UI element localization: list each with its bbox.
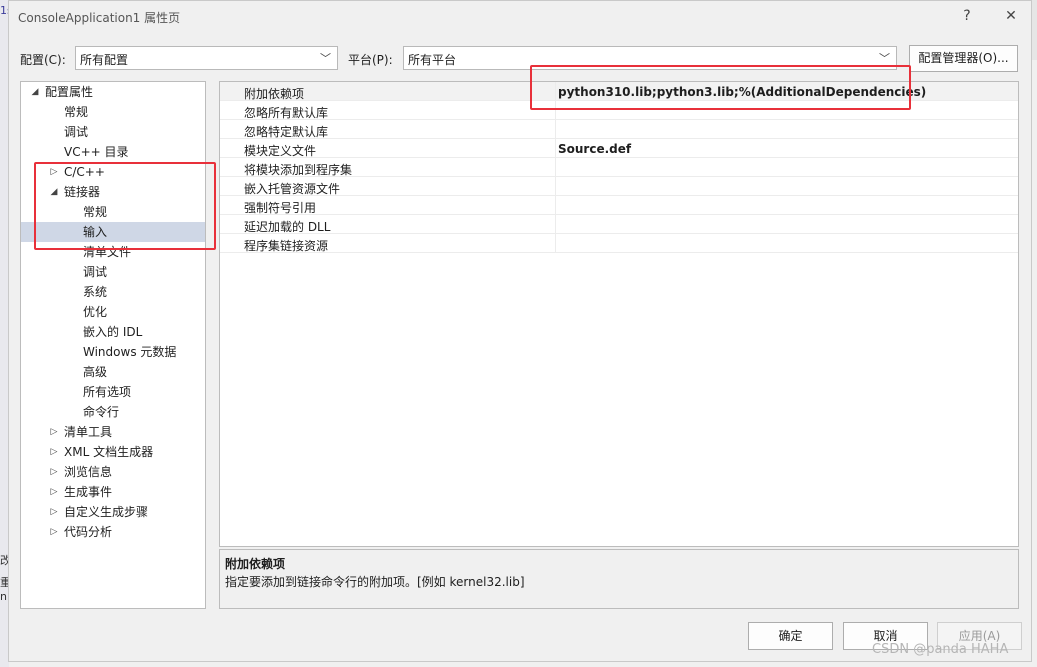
help-icon[interactable]: ? — [953, 5, 981, 27]
config-manager-button[interactable]: 配置管理器(O)... — [909, 45, 1018, 72]
tree-item[interactable]: ▷ 浏览信息 — [21, 462, 205, 482]
collapse-arrow-icon[interactable]: ◢ — [30, 82, 40, 102]
property-name: 模块定义文件 — [244, 144, 317, 158]
tree-item-label: 命令行 — [83, 405, 120, 419]
tree-item-label: VC++ 目录 — [64, 145, 129, 159]
tree-item-label: 优化 — [83, 305, 108, 319]
property-tree: ◢ 配置属性 常规 调试 VC++ 目录 ▷ C/C++ ◢ 链接器 常规 输入 清单文件 调试 系统 优化… — [20, 81, 206, 609]
property-value[interactable]: Source.def — [558, 142, 631, 156]
expand-arrow-icon[interactable]: ▷ — [49, 422, 59, 442]
tree-item-label: 调试 — [64, 125, 89, 139]
config-value: 所有配置 — [80, 53, 129, 67]
tree-item[interactable]: 高级 — [21, 362, 205, 382]
property-grid: 附加依赖项 python310.lib;python3.lib;%(Additio… — [219, 81, 1019, 547]
property-name: 将模块添加到程序集 — [244, 163, 353, 177]
highlight-box-dependencies — [530, 65, 911, 110]
tree-item[interactable]: ▷ 自定义生成步骤 — [21, 502, 205, 522]
expand-arrow-icon[interactable]: ▷ — [49, 482, 59, 502]
tree-item-label: 系统 — [83, 285, 108, 299]
tree-item-label: 调试 — [83, 265, 108, 279]
platform-label: 平台(P): — [348, 53, 393, 67]
description-text: 指定要添加到链接命令行的附加项。[例如 kernel32.lib] — [225, 575, 525, 589]
tree-item-label: 配置属性 — [45, 85, 94, 99]
property-name: 延迟加载的 DLL — [244, 220, 331, 234]
platform-value: 所有平台 — [408, 53, 457, 67]
config-label: 配置(C): — [20, 53, 66, 67]
tree-item[interactable]: 命令行 — [21, 402, 205, 422]
column-divider — [555, 158, 556, 177]
title-bar: ConsoleApplication1 属性页 ? ✕ — [9, 1, 1031, 33]
property-name: 强制符号引用 — [244, 201, 317, 215]
tree-item[interactable]: 常规 — [21, 102, 205, 122]
tree-item[interactable]: ▷ 生成事件 — [21, 482, 205, 502]
tree-item-label: 清单工具 — [64, 425, 113, 439]
property-row[interactable]: 强制符号引用 — [220, 196, 1018, 215]
property-row[interactable]: 将模块添加到程序集 — [220, 158, 1018, 177]
tree-item-label: 生成事件 — [64, 485, 113, 499]
expand-arrow-icon[interactable]: ▷ — [49, 462, 59, 482]
tree-item-label: 所有选项 — [83, 385, 132, 399]
watermark: CSDN @panda HAHA — [872, 642, 1009, 657]
tree-item[interactable]: ▷ XML 文档生成器 — [21, 442, 205, 462]
property-name: 忽略所有默认库 — [244, 106, 329, 120]
property-name: 忽略特定默认库 — [244, 125, 329, 139]
tree-item-label: 常规 — [64, 105, 89, 119]
property-name: 程序集链接资源 — [244, 239, 329, 253]
column-divider — [555, 177, 556, 196]
tree-item-label: Windows 元数据 — [83, 345, 177, 359]
property-row[interactable]: 程序集链接资源 — [220, 234, 1018, 253]
tree-item[interactable]: ◢ 配置属性 — [21, 82, 205, 102]
property-name: 嵌入托管资源文件 — [244, 182, 341, 196]
highlight-box-linker-input — [34, 162, 216, 250]
property-row[interactable]: 延迟加载的 DLL — [220, 215, 1018, 234]
tree-item-label: 浏览信息 — [64, 465, 113, 479]
tree-item-label: 代码分析 — [64, 525, 113, 539]
config-select[interactable]: 所有配置 ﹀ — [75, 46, 338, 70]
tree-item-label: 自定义生成步骤 — [64, 505, 149, 519]
property-row[interactable]: 嵌入托管资源文件 — [220, 177, 1018, 196]
tree-item-label: 高级 — [83, 365, 108, 379]
tree-item[interactable]: 嵌入的 IDL — [21, 322, 205, 342]
column-divider — [555, 234, 556, 253]
tree-item[interactable]: ▷ 代码分析 — [21, 522, 205, 542]
tree-item-label: XML 文档生成器 — [64, 445, 154, 459]
ok-button[interactable]: 确定 — [748, 622, 833, 650]
description-panel: 附加依赖项 指定要添加到链接命令行的附加项。[例如 kernel32.lib] — [219, 549, 1019, 609]
expand-arrow-icon[interactable]: ▷ — [49, 522, 59, 542]
tree-item[interactable]: ▷ 清单工具 — [21, 422, 205, 442]
tree-item[interactable]: 系统 — [21, 282, 205, 302]
tree-item[interactable]: 调试 — [21, 262, 205, 282]
property-row[interactable]: 忽略特定默认库 — [220, 120, 1018, 139]
background-ide-strip-right — [1032, 0, 1037, 60]
close-icon[interactable]: ✕ — [997, 5, 1025, 27]
column-divider — [555, 196, 556, 215]
column-divider — [555, 120, 556, 139]
expand-arrow-icon[interactable]: ▷ — [49, 502, 59, 522]
chevron-down-icon: ﹀ — [879, 52, 890, 65]
column-divider — [555, 215, 556, 234]
tree-item[interactable]: 所有选项 — [21, 382, 205, 402]
chevron-down-icon: ﹀ — [320, 52, 331, 65]
property-row[interactable]: 模块定义文件 Source.def — [220, 139, 1018, 158]
tree-item[interactable]: Windows 元数据 — [21, 342, 205, 362]
window-title: ConsoleApplication1 属性页 — [18, 11, 181, 25]
property-name: 附加依赖项 — [244, 87, 305, 101]
column-divider — [555, 139, 556, 158]
tree-item[interactable]: 调试 — [21, 122, 205, 142]
description-title: 附加依赖项 — [225, 557, 286, 571]
tree-item[interactable]: VC++ 目录 — [21, 142, 205, 162]
expand-arrow-icon[interactable]: ▷ — [49, 442, 59, 462]
tree-item[interactable]: 优化 — [21, 302, 205, 322]
tree-item-label: 嵌入的 IDL — [83, 325, 143, 339]
